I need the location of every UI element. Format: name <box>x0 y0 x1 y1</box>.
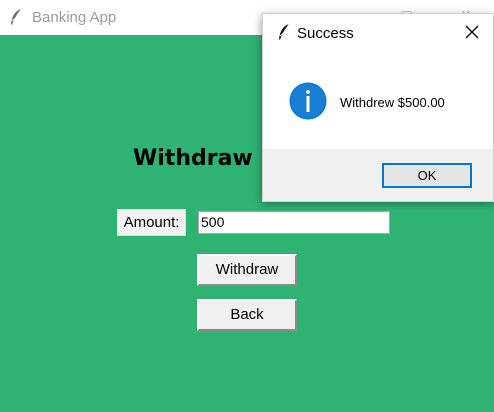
close-icon[interactable] <box>463 23 481 41</box>
feather-icon <box>11 8 22 25</box>
page-heading: Withdraw <box>133 146 253 171</box>
info-icon <box>289 82 327 120</box>
back-button[interactable]: Back <box>197 299 297 331</box>
amount-input[interactable]: 500 <box>198 211 390 234</box>
app-title: Banking App <box>32 9 117 26</box>
withdraw-button[interactable]: Withdraw <box>197 254 297 286</box>
amount-label: Amount: <box>117 209 186 236</box>
dialog-footer: OK <box>263 149 493 201</box>
feather-icon <box>279 23 290 40</box>
dialog-message: Withdrew $500.00 <box>340 95 445 110</box>
dialog-title: Success <box>297 25 354 42</box>
success-dialog: Success Withdrew $500.00 OK <box>262 13 494 202</box>
ok-button[interactable]: OK <box>382 163 472 188</box>
dialog-titlebar[interactable]: Success <box>263 14 493 52</box>
